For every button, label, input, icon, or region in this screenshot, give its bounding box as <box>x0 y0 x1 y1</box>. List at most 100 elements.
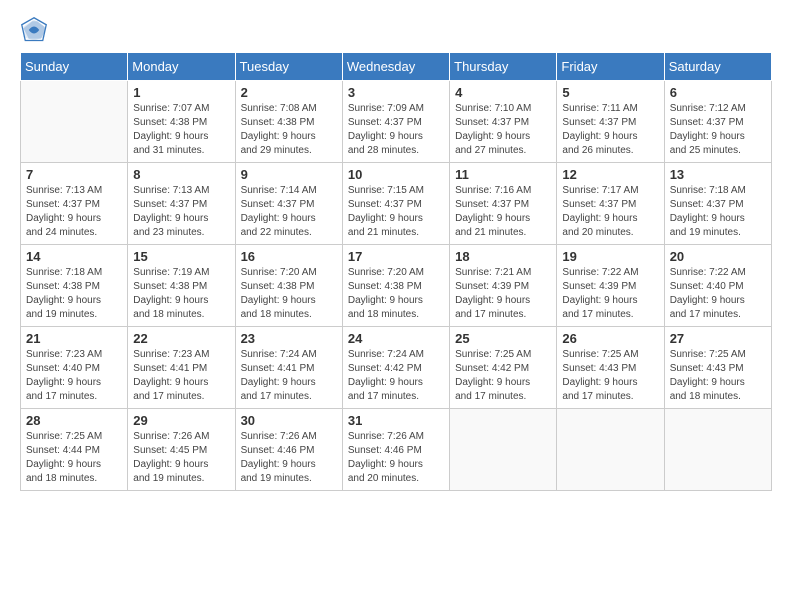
day-cell <box>450 409 557 491</box>
day-number: 17 <box>348 249 444 264</box>
week-row-3: 14 Sunrise: 7:18 AMSunset: 4:38 PMDayligh… <box>21 245 772 327</box>
day-cell: 8 Sunrise: 7:13 AMSunset: 4:37 PMDaylight… <box>128 163 235 245</box>
day-number: 12 <box>562 167 658 182</box>
day-info: Sunrise: 7:22 AMSunset: 4:40 PMDaylight:… <box>670 266 766 322</box>
day-info: Sunrise: 7:26 AMSunset: 4:46 PMDaylight:… <box>241 430 337 486</box>
day-number: 18 <box>455 249 551 264</box>
day-info: Sunrise: 7:21 AMSunset: 4:39 PMDaylight:… <box>455 266 551 322</box>
logo <box>20 16 54 44</box>
header <box>20 16 772 44</box>
day-cell: 12 Sunrise: 7:17 AMSunset: 4:37 PMDayligh… <box>557 163 664 245</box>
day-info: Sunrise: 7:25 AMSunset: 4:43 PMDaylight:… <box>562 348 658 404</box>
day-info: Sunrise: 7:13 AMSunset: 4:37 PMDaylight:… <box>26 184 122 240</box>
day-cell: 26 Sunrise: 7:25 AMSunset: 4:43 PMDayligh… <box>557 327 664 409</box>
day-number: 22 <box>133 331 229 346</box>
day-number: 3 <box>348 85 444 100</box>
day-cell: 3 Sunrise: 7:09 AMSunset: 4:37 PMDaylight… <box>342 81 449 163</box>
day-number: 9 <box>241 167 337 182</box>
day-info: Sunrise: 7:23 AMSunset: 4:40 PMDaylight:… <box>26 348 122 404</box>
day-cell: 11Sunrise: 7:16 AMSunset: 4:37 PMDayligh… <box>450 163 557 245</box>
day-number: 4 <box>455 85 551 100</box>
day-number: 19 <box>562 249 658 264</box>
day-info: Sunrise: 7:22 AMSunset: 4:39 PMDaylight:… <box>562 266 658 322</box>
header-sunday: Sunday <box>21 53 128 81</box>
day-info: Sunrise: 7:14 AMSunset: 4:37 PMDaylight:… <box>241 184 337 240</box>
day-cell: 2Sunrise: 7:08 AMSunset: 4:38 PMDaylight… <box>235 81 342 163</box>
day-cell: 30 Sunrise: 7:26 AMSunset: 4:46 PMDayligh… <box>235 409 342 491</box>
day-number: 15 <box>133 249 229 264</box>
day-cell: 20 Sunrise: 7:22 AMSunset: 4:40 PMDayligh… <box>664 245 771 327</box>
day-info: Sunrise: 7:25 AMSunset: 4:43 PMDaylight:… <box>670 348 766 404</box>
day-number: 25 <box>455 331 551 346</box>
day-info: Sunrise: 7:11 AMSunset: 4:37 PMDaylight:… <box>562 102 658 158</box>
day-info: Sunrise: 7:10 AMSunset: 4:37 PMDaylight:… <box>455 102 551 158</box>
day-number: 30 <box>241 413 337 428</box>
day-info: Sunrise: 7:13 AMSunset: 4:37 PMDaylight:… <box>133 184 229 240</box>
day-number: 21 <box>26 331 122 346</box>
day-cell: 4 Sunrise: 7:10 AMSunset: 4:37 PMDaylight… <box>450 81 557 163</box>
day-info: Sunrise: 7:19 AMSunset: 4:38 PMDaylight:… <box>133 266 229 322</box>
day-cell: 16 Sunrise: 7:20 AMSunset: 4:38 PMDayligh… <box>235 245 342 327</box>
day-cell: 25Sunrise: 7:25 AMSunset: 4:42 PMDayligh… <box>450 327 557 409</box>
week-row-5: 28 Sunrise: 7:25 AMSunset: 4:44 PMDayligh… <box>21 409 772 491</box>
day-info: Sunrise: 7:18 AMSunset: 4:38 PMDaylight:… <box>26 266 122 322</box>
header-tuesday: Tuesday <box>235 53 342 81</box>
day-number: 23 <box>241 331 337 346</box>
day-number: 7 <box>26 167 122 182</box>
day-number: 16 <box>241 249 337 264</box>
day-info: Sunrise: 7:25 AMSunset: 4:44 PMDaylight:… <box>26 430 122 486</box>
day-info: Sunrise: 7:24 AMSunset: 4:41 PMDaylight:… <box>241 348 337 404</box>
header-row: SundayMondayTuesdayWednesdayThursdayFrid… <box>21 53 772 81</box>
day-number: 13 <box>670 167 766 182</box>
day-number: 10 <box>348 167 444 182</box>
day-cell: 13Sunrise: 7:18 AMSunset: 4:37 PMDayligh… <box>664 163 771 245</box>
week-row-4: 21 Sunrise: 7:23 AMSunset: 4:40 PMDayligh… <box>21 327 772 409</box>
day-number: 29 <box>133 413 229 428</box>
day-number: 26 <box>562 331 658 346</box>
day-number: 5 <box>562 85 658 100</box>
day-number: 14 <box>26 249 122 264</box>
day-number: 11 <box>455 167 551 182</box>
day-info: Sunrise: 7:17 AMSunset: 4:37 PMDaylight:… <box>562 184 658 240</box>
day-cell: 29 Sunrise: 7:26 AMSunset: 4:45 PMDayligh… <box>128 409 235 491</box>
day-cell: 14 Sunrise: 7:18 AMSunset: 4:38 PMDayligh… <box>21 245 128 327</box>
day-cell: 28 Sunrise: 7:25 AMSunset: 4:44 PMDayligh… <box>21 409 128 491</box>
page: SundayMondayTuesdayWednesdayThursdayFrid… <box>0 0 792 612</box>
day-number: 20 <box>670 249 766 264</box>
logo-icon <box>20 16 48 44</box>
day-cell: 24 Sunrise: 7:24 AMSunset: 4:42 PMDayligh… <box>342 327 449 409</box>
day-cell: 5 Sunrise: 7:11 AMSunset: 4:37 PMDaylight… <box>557 81 664 163</box>
day-info: Sunrise: 7:23 AMSunset: 4:41 PMDaylight:… <box>133 348 229 404</box>
day-info: Sunrise: 7:20 AMSunset: 4:38 PMDaylight:… <box>241 266 337 322</box>
day-info: Sunrise: 7:20 AMSunset: 4:38 PMDaylight:… <box>348 266 444 322</box>
day-cell: 31 Sunrise: 7:26 AMSunset: 4:46 PMDayligh… <box>342 409 449 491</box>
day-cell: 10Sunrise: 7:15 AMSunset: 4:37 PMDayligh… <box>342 163 449 245</box>
header-wednesday: Wednesday <box>342 53 449 81</box>
day-info: Sunrise: 7:09 AMSunset: 4:37 PMDaylight:… <box>348 102 444 158</box>
day-number: 6 <box>670 85 766 100</box>
day-info: Sunrise: 7:24 AMSunset: 4:42 PMDaylight:… <box>348 348 444 404</box>
day-info: Sunrise: 7:07 AMSunset: 4:38 PMDaylight:… <box>133 102 229 158</box>
week-row-2: 7 Sunrise: 7:13 AMSunset: 4:37 PMDaylight… <box>21 163 772 245</box>
day-cell: 17 Sunrise: 7:20 AMSunset: 4:38 PMDayligh… <box>342 245 449 327</box>
header-thursday: Thursday <box>450 53 557 81</box>
day-cell: 22 Sunrise: 7:23 AMSunset: 4:41 PMDayligh… <box>128 327 235 409</box>
day-number: 8 <box>133 167 229 182</box>
day-info: Sunrise: 7:08 AMSunset: 4:38 PMDaylight:… <box>241 102 337 158</box>
calendar-table: SundayMondayTuesdayWednesdayThursdayFrid… <box>20 52 772 491</box>
day-number: 31 <box>348 413 444 428</box>
header-friday: Friday <box>557 53 664 81</box>
day-cell: 18 Sunrise: 7:21 AMSunset: 4:39 PMDayligh… <box>450 245 557 327</box>
day-info: Sunrise: 7:26 AMSunset: 4:46 PMDaylight:… <box>348 430 444 486</box>
day-cell: 19 Sunrise: 7:22 AMSunset: 4:39 PMDayligh… <box>557 245 664 327</box>
day-cell <box>664 409 771 491</box>
header-saturday: Saturday <box>664 53 771 81</box>
day-cell: 15 Sunrise: 7:19 AMSunset: 4:38 PMDayligh… <box>128 245 235 327</box>
day-cell <box>557 409 664 491</box>
day-number: 27 <box>670 331 766 346</box>
day-cell: 27 Sunrise: 7:25 AMSunset: 4:43 PMDayligh… <box>664 327 771 409</box>
day-number: 24 <box>348 331 444 346</box>
day-number: 28 <box>26 413 122 428</box>
day-cell: 21 Sunrise: 7:23 AMSunset: 4:40 PMDayligh… <box>21 327 128 409</box>
day-info: Sunrise: 7:26 AMSunset: 4:45 PMDaylight:… <box>133 430 229 486</box>
